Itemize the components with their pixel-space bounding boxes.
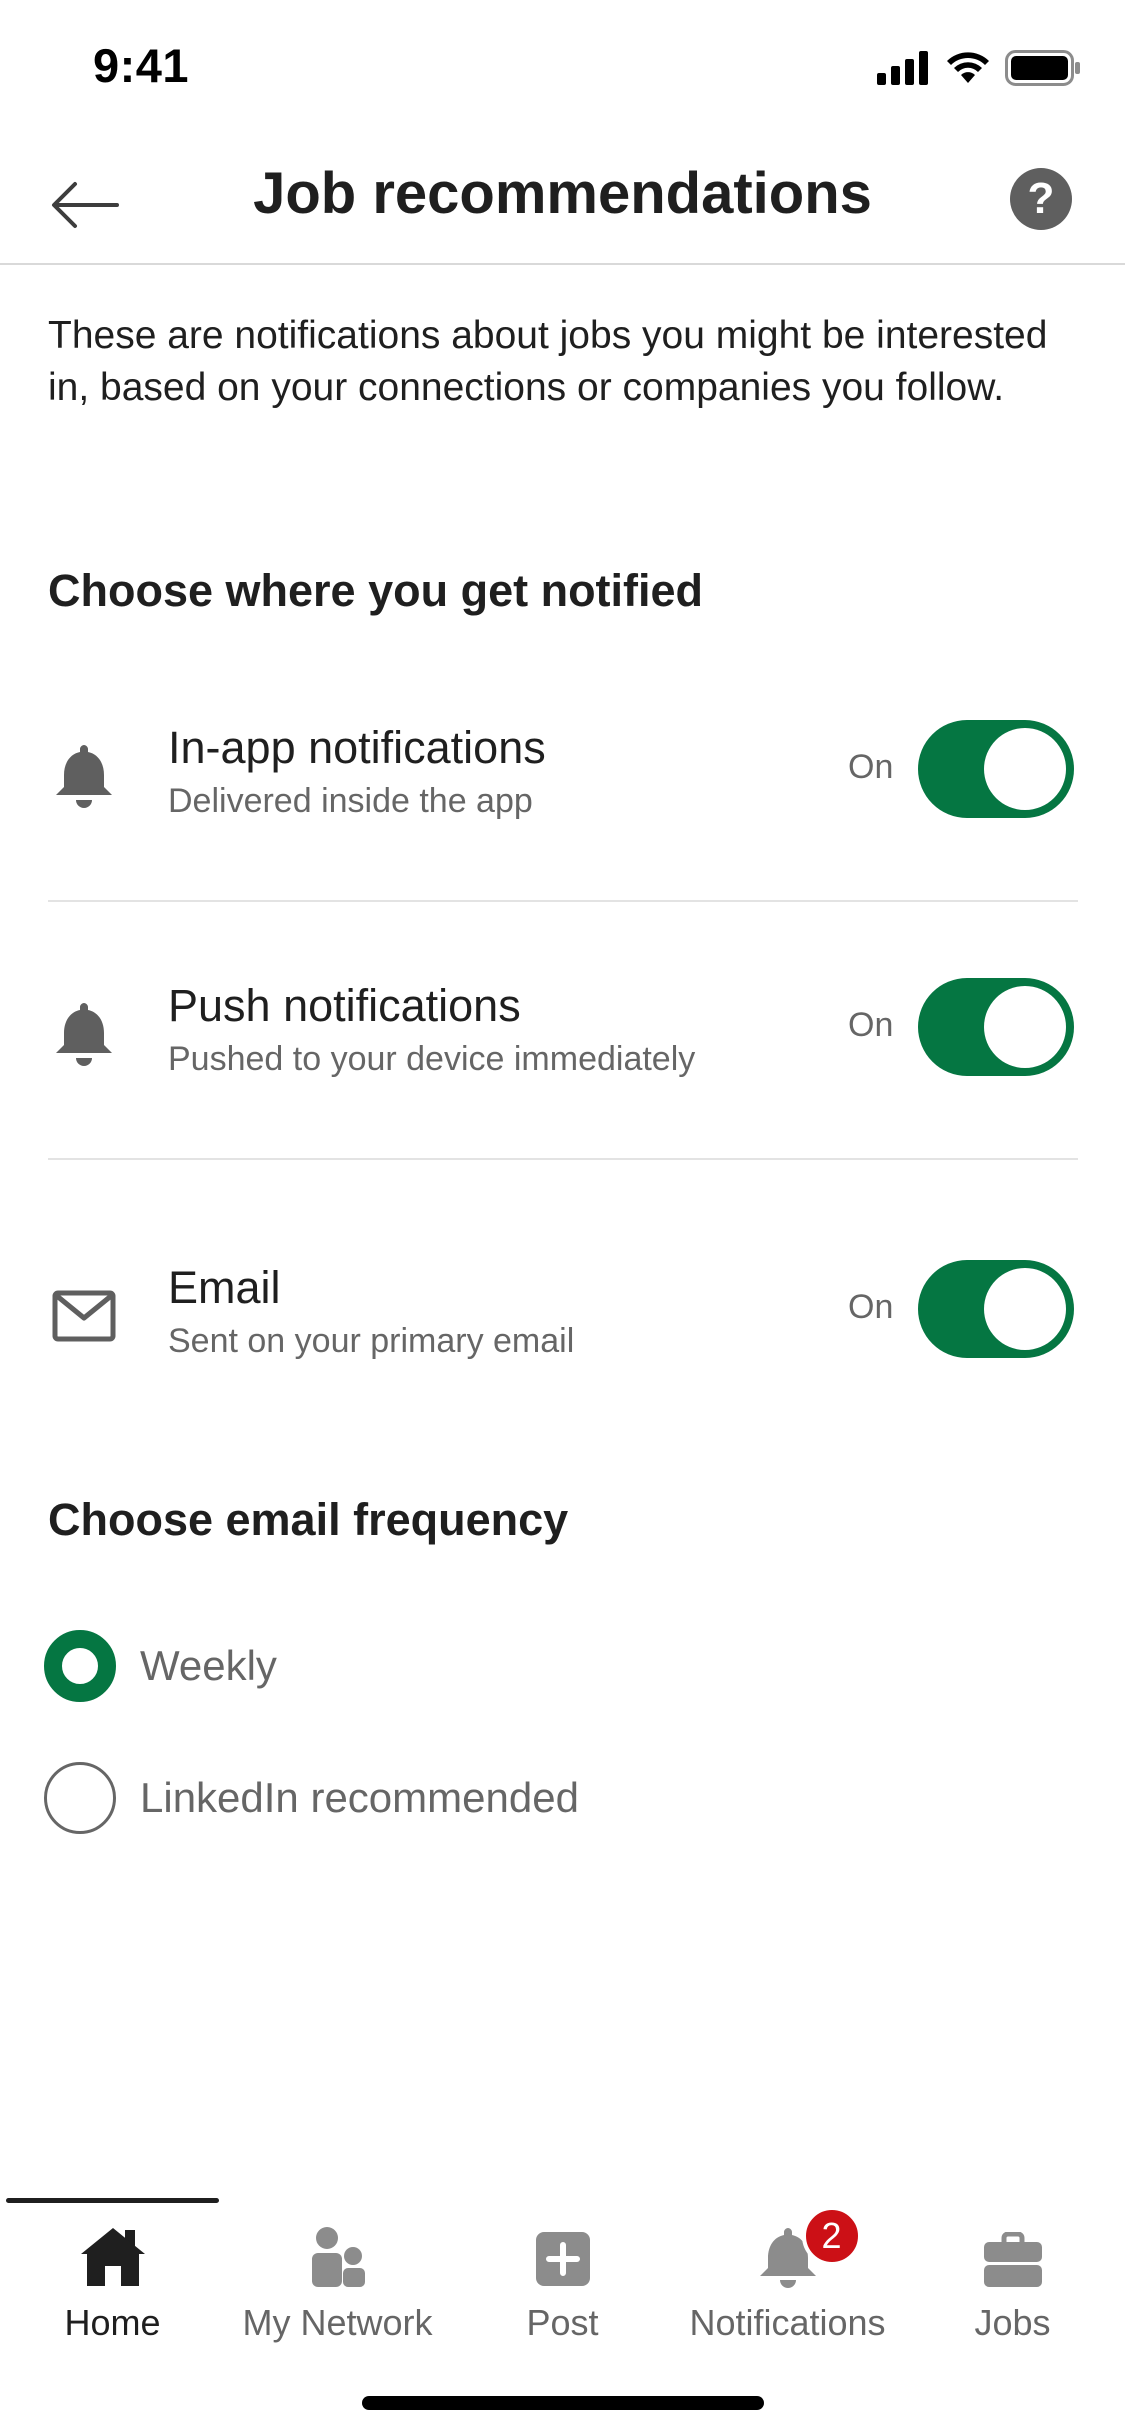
briefcase-icon <box>977 2216 1049 2288</box>
channel-row-in-app: In-app notifications Delivered inside th… <box>0 678 1125 878</box>
post-icon <box>527 2216 599 2288</box>
channel-subtitle: Delivered inside the app <box>168 782 533 820</box>
nav-label: Post <box>526 2302 599 2343</box>
active-tab-indicator <box>6 2198 219 2203</box>
toggle-knob <box>984 728 1066 810</box>
page-title: Job recommendations <box>253 161 872 226</box>
channel-row-push: Push notifications Pushed to your device… <box>0 936 1125 1136</box>
network-icon <box>302 2216 374 2288</box>
toggle-knob <box>984 1268 1066 1350</box>
nav-item-home[interactable]: Home <box>0 2216 225 2366</box>
channel-title: Email <box>168 1262 281 1313</box>
toggle-knob <box>984 986 1066 1068</box>
divider <box>48 1158 1078 1160</box>
home-indicator <box>362 2396 764 2410</box>
nav-label: Jobs <box>974 2302 1051 2343</box>
nav-item-my-network[interactable]: My Network <box>225 2216 450 2366</box>
nav-label: Notifications <box>689 2302 886 2343</box>
toggle-state-label: On <box>848 1288 894 1326</box>
toggle-state-label: On <box>848 1006 894 1044</box>
email-toggle[interactable] <box>918 1260 1074 1358</box>
question-mark-icon: ? <box>1027 174 1055 223</box>
notification-count-badge: 2 <box>801 2206 862 2266</box>
frequency-section-title: Choose email frequency <box>48 1494 569 1545</box>
nav-label: Home <box>64 2302 161 2343</box>
nav-item-notifications[interactable]: 2 Notifications <box>675 2206 900 2366</box>
status-time: 9:41 <box>93 39 190 92</box>
wifi-icon <box>947 52 989 83</box>
channel-title: In-app notifications <box>168 722 546 773</box>
channels-section-title: Choose where you get notified <box>48 565 704 616</box>
radio-label: Weekly <box>140 1642 277 1689</box>
channel-title: Push notifications <box>168 980 521 1031</box>
divider <box>48 900 1078 902</box>
bell-icon <box>50 1000 118 1068</box>
status-icons <box>877 50 1081 86</box>
channel-row-email: Email Sent on your primary email On <box>0 1218 1125 1418</box>
push-notifications-toggle[interactable] <box>918 978 1074 1076</box>
radio-unselected-icon[interactable] <box>44 1762 116 1834</box>
radio-label: LinkedIn recommended <box>140 1774 579 1821</box>
intro-text: These are notifications about jobs you m… <box>48 314 1048 409</box>
envelope-icon <box>50 1282 118 1350</box>
cellular-signal-icon <box>877 51 928 85</box>
radio-selected-icon[interactable] <box>44 1630 116 1702</box>
nav-item-jobs[interactable]: Jobs <box>900 2216 1125 2366</box>
bell-icon <box>50 742 118 810</box>
battery-icon <box>1005 50 1080 86</box>
nav-label: My Network <box>242 2302 433 2343</box>
in-app-notifications-toggle[interactable] <box>918 720 1074 818</box>
bell-icon: 2 <box>752 2206 862 2288</box>
frequency-option-weekly[interactable]: Weekly <box>44 1628 277 1704</box>
header: Job recommendations ? <box>0 140 1125 265</box>
status-bar: 9:41 <box>0 0 1125 132</box>
home-icon <box>77 2216 149 2288</box>
frequency-option-linkedin-recommended[interactable]: LinkedIn recommended <box>44 1760 579 1836</box>
nav-item-post[interactable]: Post <box>450 2216 675 2366</box>
channel-subtitle: Pushed to your device immediately <box>168 1040 696 1078</box>
toggle-state-label: On <box>848 748 894 786</box>
help-button[interactable]: ? <box>1010 168 1072 230</box>
channel-subtitle: Sent on your primary email <box>168 1322 575 1360</box>
